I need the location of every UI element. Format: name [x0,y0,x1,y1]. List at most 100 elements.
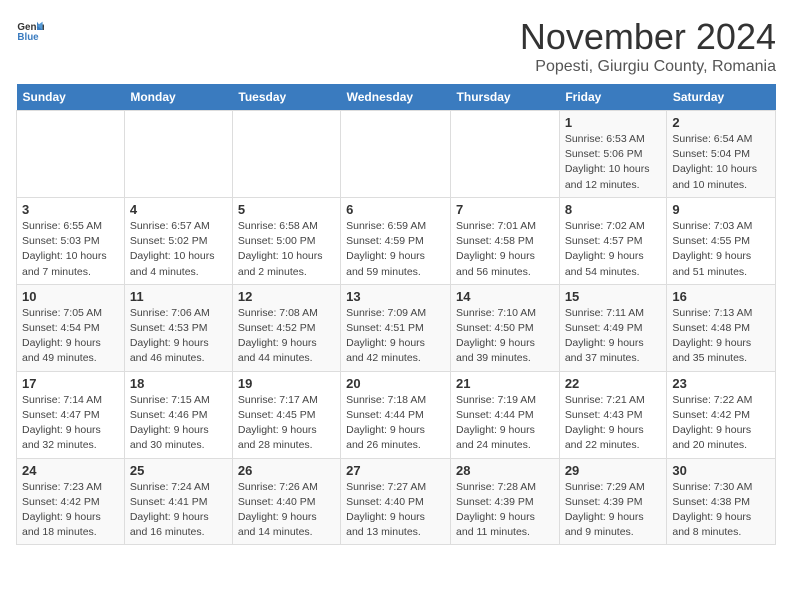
day-header-monday: Monday [124,84,232,111]
calendar-cell [451,111,560,198]
calendar-cell: 2 Sunrise: 6:54 AM Sunset: 5:04 PM Daylig… [667,111,776,198]
day-info: Sunrise: 6:59 AM Sunset: 4:59 PM Dayligh… [346,219,445,280]
day-info: Sunrise: 7:28 AM Sunset: 4:39 PM Dayligh… [456,480,554,541]
day-info: Sunrise: 7:27 AM Sunset: 4:40 PM Dayligh… [346,480,445,541]
day-info: Sunrise: 7:14 AM Sunset: 4:47 PM Dayligh… [22,393,119,454]
calendar-cell: 15Sunrise: 7:11 AM Sunset: 4:49 PM Dayli… [559,284,667,371]
header: General Blue November 2024 Popesti, Giur… [16,16,776,76]
day-header-wednesday: Wednesday [341,84,451,111]
day-info: Sunrise: 7:01 AM Sunset: 4:58 PM Dayligh… [456,219,554,280]
calendar-cell: 18 Sunrise: 7:15 AM Sunset: 4:46 PM Dayli… [124,371,232,458]
day-number: 3 [22,202,119,217]
day-number: 1 [565,115,662,130]
day-number: 2 [672,115,770,130]
week-row-4: 17Sunrise: 7:14 AM Sunset: 4:47 PM Dayli… [17,371,776,458]
day-number: 19 [238,376,335,391]
calendar-cell: 30Sunrise: 7:30 AM Sunset: 4:38 PM Dayli… [667,458,776,545]
day-header-sunday: Sunday [17,84,125,111]
calendar-cell: 17Sunrise: 7:14 AM Sunset: 4:47 PM Dayli… [17,371,125,458]
day-number: 23 [672,376,770,391]
calendar-cell: 6Sunrise: 6:59 AM Sunset: 4:59 PM Daylig… [341,197,451,284]
day-number: 7 [456,202,554,217]
calendar-cell: 25 Sunrise: 7:24 AM Sunset: 4:41 PM Dayli… [124,458,232,545]
calendar-cell: 12Sunrise: 7:08 AM Sunset: 4:52 PM Dayli… [232,284,340,371]
calendar-cell: 21 Sunrise: 7:19 AM Sunset: 4:44 PM Dayli… [451,371,560,458]
day-header-friday: Friday [559,84,667,111]
day-info: Sunrise: 7:22 AM Sunset: 4:42 PM Dayligh… [672,393,770,454]
calendar-cell: 8 Sunrise: 7:02 AM Sunset: 4:57 PM Daylig… [559,197,667,284]
day-info: Sunrise: 6:55 AM Sunset: 5:03 PM Dayligh… [22,219,119,280]
calendar-cell: 5Sunrise: 6:58 AM Sunset: 5:00 PM Daylig… [232,197,340,284]
week-row-5: 24 Sunrise: 7:23 AM Sunset: 4:42 PM Dayli… [17,458,776,545]
week-row-2: 3 Sunrise: 6:55 AM Sunset: 5:03 PM Daylig… [17,197,776,284]
day-number: 18 [130,376,227,391]
header-row: SundayMondayTuesdayWednesdayThursdayFrid… [17,84,776,111]
day-number: 9 [672,202,770,217]
calendar-cell: 7 Sunrise: 7:01 AM Sunset: 4:58 PM Daylig… [451,197,560,284]
day-info: Sunrise: 6:53 AM Sunset: 5:06 PM Dayligh… [565,132,662,193]
calendar-cell: 11 Sunrise: 7:06 AM Sunset: 4:53 PM Dayli… [124,284,232,371]
svg-text:Blue: Blue [17,32,39,43]
logo-icon: General Blue [16,16,44,44]
day-number: 30 [672,463,770,478]
day-info: Sunrise: 7:24 AM Sunset: 4:41 PM Dayligh… [130,480,227,541]
day-number: 10 [22,289,119,304]
calendar-cell: 9 Sunrise: 7:03 AM Sunset: 4:55 PM Daylig… [667,197,776,284]
day-info: Sunrise: 7:23 AM Sunset: 4:42 PM Dayligh… [22,480,119,541]
day-info: Sunrise: 7:29 AM Sunset: 4:39 PM Dayligh… [565,480,662,541]
calendar-cell [124,111,232,198]
day-info: Sunrise: 6:57 AM Sunset: 5:02 PM Dayligh… [130,219,227,280]
calendar-cell: 19 Sunrise: 7:17 AM Sunset: 4:45 PM Dayli… [232,371,340,458]
location-subtitle: Popesti, Giurgiu County, Romania [520,58,776,76]
calendar-cell: 10 Sunrise: 7:05 AM Sunset: 4:54 PM Dayli… [17,284,125,371]
day-info: Sunrise: 7:19 AM Sunset: 4:44 PM Dayligh… [456,393,554,454]
month-title: November 2024 [520,16,776,58]
day-number: 29 [565,463,662,478]
day-number: 20 [346,376,445,391]
day-info: Sunrise: 7:26 AM Sunset: 4:40 PM Dayligh… [238,480,335,541]
calendar-cell: 14 Sunrise: 7:10 AM Sunset: 4:50 PM Dayli… [451,284,560,371]
week-row-3: 10 Sunrise: 7:05 AM Sunset: 4:54 PM Dayli… [17,284,776,371]
day-info: Sunrise: 7:18 AM Sunset: 4:44 PM Dayligh… [346,393,445,454]
calendar-cell: 4 Sunrise: 6:57 AM Sunset: 5:02 PM Daylig… [124,197,232,284]
calendar-cell: 13 Sunrise: 7:09 AM Sunset: 4:51 PM Dayli… [341,284,451,371]
calendar-cell: 28 Sunrise: 7:28 AM Sunset: 4:39 PM Dayli… [451,458,560,545]
calendar-cell: 23 Sunrise: 7:22 AM Sunset: 4:42 PM Dayli… [667,371,776,458]
calendar-cell: 16 Sunrise: 7:13 AM Sunset: 4:48 PM Dayli… [667,284,776,371]
day-header-saturday: Saturday [667,84,776,111]
day-info: Sunrise: 7:10 AM Sunset: 4:50 PM Dayligh… [456,306,554,367]
calendar-cell: 3 Sunrise: 6:55 AM Sunset: 5:03 PM Daylig… [17,197,125,284]
calendar-cell [341,111,451,198]
day-number: 13 [346,289,445,304]
calendar-cell: 26 Sunrise: 7:26 AM Sunset: 4:40 PM Dayli… [232,458,340,545]
day-number: 4 [130,202,227,217]
day-number: 24 [22,463,119,478]
day-number: 26 [238,463,335,478]
day-number: 8 [565,202,662,217]
day-info: Sunrise: 7:03 AM Sunset: 4:55 PM Dayligh… [672,219,770,280]
day-header-thursday: Thursday [451,84,560,111]
day-header-tuesday: Tuesday [232,84,340,111]
day-info: Sunrise: 7:02 AM Sunset: 4:57 PM Dayligh… [565,219,662,280]
day-info: Sunrise: 6:54 AM Sunset: 5:04 PM Dayligh… [672,132,770,193]
day-info: Sunrise: 7:15 AM Sunset: 4:46 PM Dayligh… [130,393,227,454]
calendar-cell: 20 Sunrise: 7:18 AM Sunset: 4:44 PM Dayli… [341,371,451,458]
day-info: Sunrise: 7:06 AM Sunset: 4:53 PM Dayligh… [130,306,227,367]
day-info: Sunrise: 7:17 AM Sunset: 4:45 PM Dayligh… [238,393,335,454]
calendar-cell: 29 Sunrise: 7:29 AM Sunset: 4:39 PM Dayli… [559,458,667,545]
day-info: Sunrise: 7:09 AM Sunset: 4:51 PM Dayligh… [346,306,445,367]
day-info: Sunrise: 7:11 AM Sunset: 4:49 PM Dayligh… [565,306,662,367]
calendar-cell [232,111,340,198]
day-number: 14 [456,289,554,304]
day-number: 28 [456,463,554,478]
day-info: Sunrise: 7:13 AM Sunset: 4:48 PM Dayligh… [672,306,770,367]
day-number: 16 [672,289,770,304]
day-info: Sunrise: 7:05 AM Sunset: 4:54 PM Dayligh… [22,306,119,367]
day-info: Sunrise: 6:58 AM Sunset: 5:00 PM Dayligh… [238,219,335,280]
logo: General Blue [16,16,44,44]
day-number: 11 [130,289,227,304]
day-info: Sunrise: 7:21 AM Sunset: 4:43 PM Dayligh… [565,393,662,454]
day-number: 21 [456,376,554,391]
title-area: November 2024 Popesti, Giurgiu County, R… [520,16,776,76]
day-number: 25 [130,463,227,478]
